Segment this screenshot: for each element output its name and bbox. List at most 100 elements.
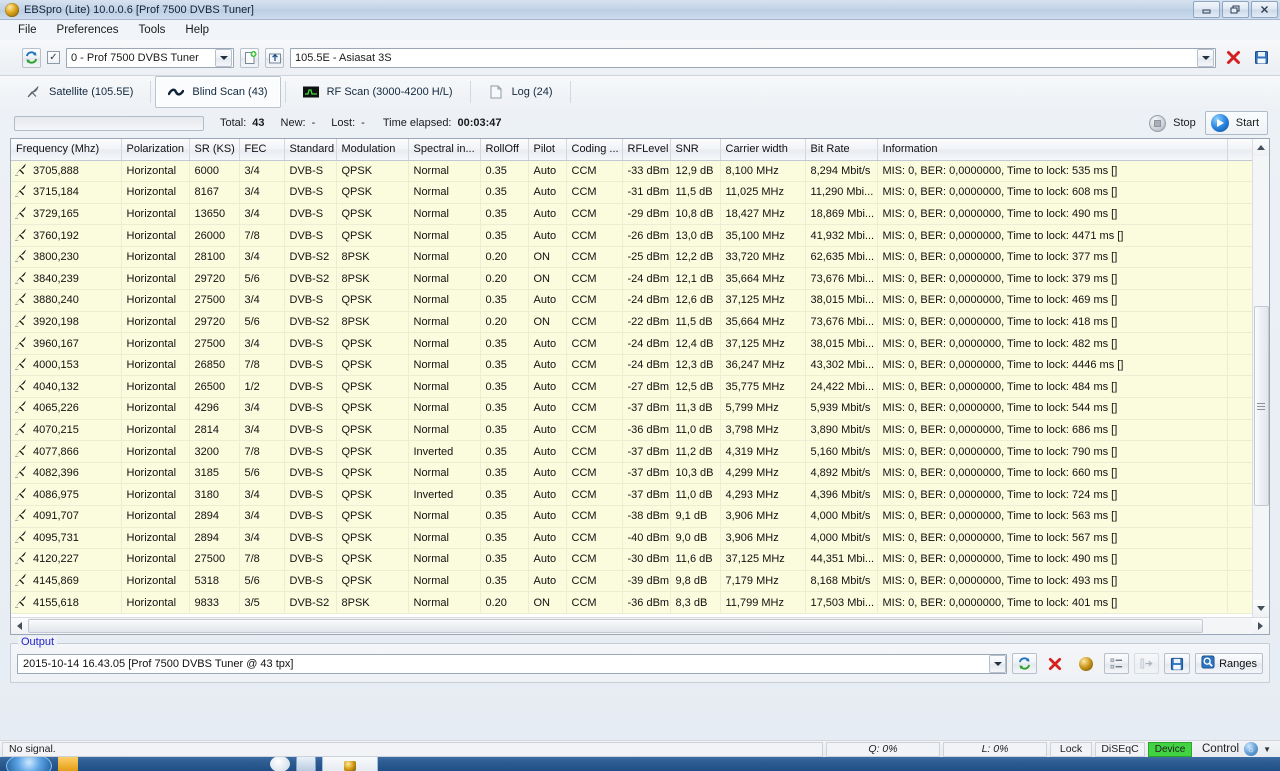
table-row[interactable]: 3729,165 Horizontal 13650 3/4 DVB-S QPSK Norma… bbox=[11, 203, 1252, 226]
cell-spectral-in: Normal bbox=[408, 548, 481, 571]
output-log-select[interactable]: 2015-10-14 16.43.05 [Prof 7500 DVBS Tune… bbox=[17, 653, 1008, 674]
table-row[interactable]: 3960,167 Horizontal 27500 3/4 DVB-S QPSK Norma… bbox=[11, 332, 1252, 355]
table-row[interactable]: 3705,888 Horizontal 6000 3/4 DVB-S QPSK Normal… bbox=[11, 160, 1252, 183]
refresh-icon[interactable] bbox=[22, 47, 41, 68]
table-row[interactable]: 3800,230 Horizontal 28100 3/4 DVB-S2 8PSK Norm… bbox=[11, 246, 1252, 269]
chevron-down-icon[interactable] bbox=[215, 48, 232, 67]
output-clear-button[interactable] bbox=[1042, 653, 1068, 674]
cell-bit-rate: 4,892 Mbit/s bbox=[805, 462, 878, 485]
close-button[interactable] bbox=[1251, 1, 1278, 18]
tuner-select[interactable]: 0 - Prof 7500 DVBS Tuner bbox=[66, 47, 234, 68]
start-orb-icon[interactable] bbox=[6, 757, 52, 771]
table-row[interactable]: 3760,192 Horizontal 26000 7/8 DVB-S QPSK Norma… bbox=[11, 224, 1252, 247]
cell-standard: DVB-S2 bbox=[284, 311, 337, 334]
menu-item-preferences[interactable]: Preferences bbox=[48, 22, 128, 38]
vertical-scroll-thumb[interactable] bbox=[1253, 306, 1269, 506]
column-header-carrier-width[interactable]: Carrier width bbox=[720, 139, 806, 161]
output-globe-button[interactable] bbox=[1073, 653, 1099, 674]
output-export-button[interactable] bbox=[1134, 653, 1160, 674]
table-row[interactable]: 4070,215 Horizontal 2814 3/4 DVB-S QPSK Normal… bbox=[11, 419, 1252, 442]
table-row[interactable]: 3880,240 Horizontal 27500 3/4 DVB-S QPSK Norma… bbox=[11, 289, 1252, 312]
chevron-down-icon[interactable] bbox=[989, 654, 1007, 673]
table-row[interactable]: 3840,239 Horizontal 29720 5/6 DVB-S2 8PSK Norm… bbox=[11, 267, 1252, 291]
table-row[interactable]: 4091,707 Horizontal 2894 3/4 DVB-S QPSK Normal… bbox=[11, 505, 1252, 528]
table-row[interactable]: 4095,731 Horizontal 2894 3/4 DVB-S QPSK Normal… bbox=[11, 527, 1252, 550]
minimize-button[interactable] bbox=[1193, 1, 1220, 18]
scroll-up-button[interactable] bbox=[1252, 139, 1269, 156]
menu-item-tools[interactable]: Tools bbox=[130, 22, 175, 38]
table-row[interactable]: 4077,866 Horizontal 3200 7/8 DVB-S QPSK Invert… bbox=[11, 440, 1252, 463]
horizontal-scrollbar[interactable] bbox=[11, 617, 1269, 634]
import-icon[interactable] bbox=[265, 47, 284, 68]
column-header-sr-ks[interactable]: SR (KS) bbox=[189, 139, 240, 161]
table-row[interactable]: 4086,975 Horizontal 3180 3/4 DVB-S QPSK Invert… bbox=[11, 483, 1252, 506]
cell-polarization: Horizontal bbox=[121, 570, 190, 593]
column-header-standard[interactable]: Standard bbox=[284, 139, 337, 161]
table-row[interactable]: 4120,227 Horizontal 27500 7/8 DVB-S QPSK Norma… bbox=[11, 548, 1252, 571]
output-refresh-button[interactable] bbox=[1012, 653, 1038, 674]
tab-log[interactable]: Log (24) bbox=[475, 76, 566, 108]
chevron-down-icon[interactable]: ▼ bbox=[1263, 745, 1271, 754]
table-row[interactable]: 4065,226 Horizontal 4296 3/4 DVB-S QPSK Normal… bbox=[11, 397, 1252, 420]
column-header-spectral-in[interactable]: Spectral in... bbox=[408, 139, 481, 161]
column-header-modulation[interactable]: Modulation bbox=[336, 139, 409, 161]
table-row[interactable]: 3920,198 Horizontal 29720 5/6 DVB-S2 8PSK Norm… bbox=[11, 311, 1252, 334]
control-menu[interactable]: Control ☼ ▼ bbox=[1195, 742, 1278, 757]
column-header-rflevel[interactable]: RFLevel bbox=[622, 139, 671, 161]
output-save-button[interactable] bbox=[1164, 653, 1191, 674]
column-header-fec[interactable]: FEC bbox=[239, 139, 285, 161]
column-header-coding[interactable]: Coding ... bbox=[566, 139, 623, 161]
column-header-blank[interactable] bbox=[1227, 139, 1252, 161]
column-header-snr[interactable]: SNR bbox=[670, 139, 721, 161]
cell-information: MIS: 0, BER: 0,0000000, Time to lock: 44… bbox=[877, 354, 1228, 377]
column-header-polarization[interactable]: Polarization bbox=[121, 139, 190, 161]
delete-icon[interactable] bbox=[1222, 48, 1244, 68]
horizontal-scroll-thumb[interactable] bbox=[28, 618, 1204, 633]
cell-spectral-in: Normal bbox=[408, 505, 481, 528]
scroll-right-button[interactable] bbox=[1252, 617, 1269, 634]
scroll-down-button[interactable] bbox=[1252, 600, 1269, 617]
column-header-rolloff[interactable]: RollOff bbox=[480, 139, 529, 161]
start-button[interactable]: Start bbox=[1204, 111, 1268, 135]
tab-satellite[interactable]: Satellite (105.5E) bbox=[12, 76, 146, 108]
taskbar-icon-2[interactable] bbox=[270, 757, 290, 771]
cell-pilot: Auto bbox=[528, 289, 567, 312]
chevron-down-icon[interactable] bbox=[1197, 48, 1214, 67]
column-header-information[interactable]: Information bbox=[877, 139, 1228, 161]
taskbar-icon-3[interactable] bbox=[296, 757, 316, 771]
cell-carrier-width: 5,799 MHz bbox=[720, 397, 806, 420]
table-row[interactable]: 4155,618 Horizontal 9833 3/5 DVB-S2 8PSK Norma… bbox=[11, 591, 1252, 614]
save-icon[interactable] bbox=[1250, 48, 1272, 68]
taskbar-icon-1[interactable] bbox=[58, 757, 78, 771]
grid-scroll-area[interactable]: Frequency (Mhz) Polarization SR (KS) FEC Sta… bbox=[11, 139, 1252, 617]
tab-log-label: Log (24) bbox=[511, 86, 553, 98]
vertical-scrollbar[interactable] bbox=[1252, 139, 1269, 617]
table-row[interactable]: 4145,869 Horizontal 5318 5/6 DVB-S QPSK Normal… bbox=[11, 570, 1252, 593]
cell-snr: 12,6 dB bbox=[670, 289, 721, 312]
satellite-select[interactable]: 105.5E - Asiasat 3S bbox=[290, 47, 1216, 68]
cell-pilot: Auto bbox=[528, 332, 567, 355]
tab-blind-scan[interactable]: Blind Scan (43) bbox=[155, 76, 281, 108]
column-header-pilot[interactable]: Pilot bbox=[528, 139, 567, 161]
output-list-button[interactable] bbox=[1104, 653, 1130, 674]
column-header-frequency-mhz[interactable]: Frequency (Mhz) bbox=[11, 139, 122, 161]
vertical-scroll-track[interactable] bbox=[1253, 156, 1270, 600]
stop-button[interactable]: Stop bbox=[1143, 112, 1205, 135]
table-row[interactable]: 4000,153 Horizontal 26850 7/8 DVB-S QPSK Norma… bbox=[11, 354, 1252, 377]
restore-button[interactable] bbox=[1222, 1, 1249, 18]
tab-rf-scan[interactable]: RF Scan (3000-4200 H/L) bbox=[290, 76, 466, 108]
table-row[interactable]: 4040,132 Horizontal 26500 1/2 DVB-S QPSK Norma… bbox=[11, 375, 1252, 399]
cell-frequency: 4155,618 bbox=[11, 591, 122, 614]
scroll-left-button[interactable] bbox=[11, 617, 28, 634]
cell-bit-rate: 8,294 Mbit/s bbox=[805, 160, 878, 183]
taskbar-window-button[interactable] bbox=[322, 757, 378, 771]
menu-item-file[interactable]: File bbox=[9, 22, 46, 38]
tuner-enabled-checkbox[interactable]: ✓ bbox=[47, 51, 60, 64]
new-document-icon[interactable] bbox=[240, 47, 259, 68]
horizontal-scroll-track[interactable] bbox=[28, 618, 1252, 635]
table-row[interactable]: 4082,396 Horizontal 3185 5/6 DVB-S QPSK Normal… bbox=[11, 462, 1252, 485]
table-row[interactable]: 3715,184 Horizontal 8167 3/4 DVB-S QPSK Normal… bbox=[11, 181, 1252, 204]
menu-item-help[interactable]: Help bbox=[176, 22, 218, 38]
column-header-bit-rate[interactable]: Bit Rate bbox=[805, 139, 878, 161]
ranges-button[interactable]: Ranges bbox=[1195, 653, 1263, 674]
